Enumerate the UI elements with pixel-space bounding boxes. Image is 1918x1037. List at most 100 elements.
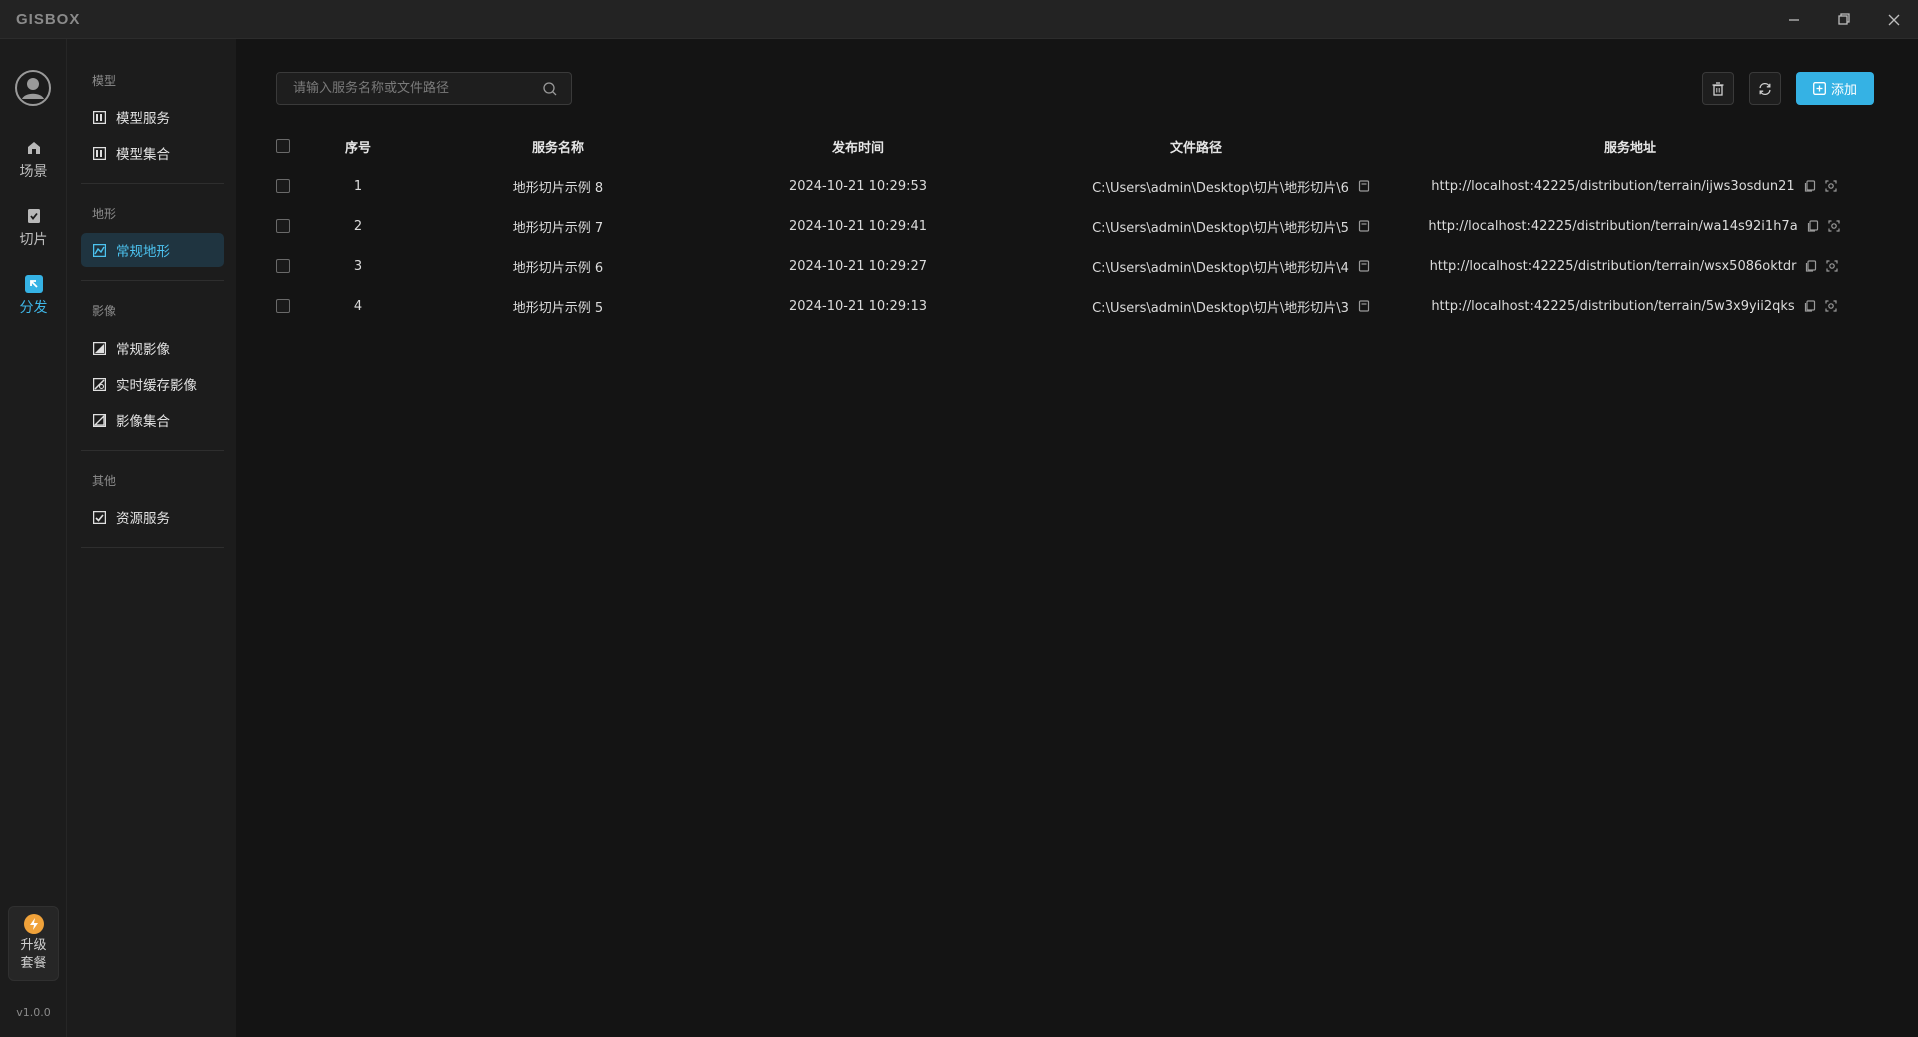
rail-item-distribute[interactable]: 分发 [0, 275, 67, 333]
copy-icon[interactable] [1807, 220, 1819, 232]
row-index: 2 [353, 218, 363, 234]
group-title-model: 模型 [92, 74, 117, 88]
search-icon[interactable] [543, 82, 557, 96]
row-path: C:\Users\admin\Desktop\切片\地形切片\4 [1092, 260, 1349, 276]
row-time: 2024-10-21 10:29:53 [788, 178, 928, 194]
copy-icon[interactable] [1804, 180, 1816, 192]
group-title-imagery: 影像 [92, 304, 117, 318]
row-time: 2024-10-21 10:29:13 [788, 298, 928, 314]
row-url-cell: http://localhost:42225/distribution/terr… [1431, 166, 1837, 206]
row-select-cell [276, 246, 290, 286]
row-name: 地形切片示例 7 [512, 220, 604, 236]
row-url-cell: http://localhost:42225/distribution/terr… [1428, 206, 1840, 246]
row-index: 4 [353, 298, 363, 314]
sidebar-item-label: 常规地形 [116, 244, 170, 260]
row-name: 地形切片示例 6 [512, 260, 604, 276]
row-checkbox[interactable] [276, 259, 290, 273]
upgrade-plan-button[interactable]: 升级 套餐 [8, 906, 59, 981]
sidebar-item-label: 模型集合 [116, 147, 170, 163]
rail-item-slice[interactable]: 切片 [0, 207, 67, 265]
service-table: 序号 服务名称 发布时间 文件路径 服务地址 1 地形切片示例 8 2024-1… [276, 126, 1876, 326]
restore-icon [1837, 13, 1850, 25]
row-name: 地形切片示例 5 [512, 300, 604, 316]
row-url: http://localhost:42225/distribution/terr… [1431, 298, 1795, 314]
divider [81, 547, 224, 548]
table-row[interactable]: 2 地形切片示例 7 2024-10-21 10:29:41 C:\Users\… [276, 206, 1876, 246]
copy-icon[interactable] [1804, 300, 1816, 312]
sidebar-item-label: 影像集合 [116, 414, 170, 430]
preview-icon[interactable] [1826, 260, 1839, 272]
model-service-icon [93, 110, 106, 124]
sidebar-item-model-service[interactable]: 模型服务 [81, 100, 224, 134]
sidebar-item-model-collection[interactable]: 模型集合 [81, 136, 224, 170]
row-checkbox[interactable] [276, 219, 290, 233]
select-all-cell [276, 126, 290, 166]
divider [81, 183, 224, 184]
sidebar-item-resource-service[interactable]: 资源服务 [81, 500, 224, 534]
table-row[interactable]: 1 地形切片示例 8 2024-10-21 10:29:53 C:\Users\… [276, 166, 1876, 206]
rail-item-scene[interactable]: 场景 [0, 139, 67, 197]
row-url: http://localhost:42225/distribution/terr… [1431, 178, 1795, 194]
row-url: http://localhost:42225/distribution/terr… [1428, 218, 1798, 234]
add-button-label: 添加 [1830, 83, 1857, 98]
sidebar-item-label: 实时缓存影像 [116, 378, 197, 394]
row-select-cell [276, 286, 290, 326]
app-version: v1.0.0 [16, 1006, 51, 1019]
row-index: 1 [353, 178, 363, 194]
rail-item-label: 切片 [19, 232, 48, 248]
imagery-icon [93, 341, 106, 355]
group-title-terrain: 地形 [92, 207, 117, 221]
row-name: 地形切片示例 8 [512, 180, 604, 196]
title-bar: GISBOX [0, 0, 1918, 39]
col-header-path[interactable]: 文件路径 [1116, 126, 1276, 166]
refresh-button[interactable] [1749, 72, 1781, 105]
sidebar-item-terrain[interactable]: 常规地形 [81, 233, 224, 267]
row-checkbox[interactable] [276, 299, 290, 313]
row-path: C:\Users\admin\Desktop\切片\地形切片\3 [1092, 300, 1349, 316]
primary-nav-rail: 场景 切片 分发 升级 套餐 v1.0.0 [0, 39, 67, 1037]
row-checkbox[interactable] [276, 179, 290, 193]
scene-icon [25, 139, 43, 157]
delete-button[interactable] [1702, 72, 1734, 105]
minimize-button[interactable] [1770, 0, 1818, 39]
col-header-url[interactable]: 服务地址 [1540, 126, 1720, 166]
open-folder-icon[interactable] [1358, 260, 1370, 272]
search-input[interactable] [277, 73, 537, 104]
open-folder-icon[interactable] [1358, 180, 1370, 192]
col-header-name[interactable]: 服务名称 [488, 126, 628, 166]
model-collection-icon [93, 146, 106, 160]
row-time: 2024-10-21 10:29:41 [788, 218, 928, 234]
restore-button[interactable] [1820, 0, 1868, 39]
rail-item-label: 分发 [19, 300, 48, 316]
divider [81, 450, 224, 451]
row-select-cell [276, 206, 290, 246]
preview-icon[interactable] [1825, 300, 1837, 312]
select-all-checkbox[interactable] [276, 139, 290, 153]
sidebar-item-label: 常规影像 [116, 342, 170, 358]
open-folder-icon[interactable] [1358, 300, 1370, 312]
sidebar-item-label: 模型服务 [116, 111, 170, 127]
row-url: http://localhost:42225/distribution/terr… [1429, 258, 1797, 274]
col-header-index[interactable]: 序号 [328, 126, 388, 166]
upgrade-label-line1: 升级 [20, 938, 47, 953]
rail-item-label: 场景 [19, 164, 48, 180]
col-header-time[interactable]: 发布时间 [778, 126, 938, 166]
close-button[interactable] [1870, 0, 1918, 39]
sidebar-item-realtime-cache-imagery[interactable]: 实时缓存影像 [81, 367, 224, 401]
row-path-cell: C:\Users\admin\Desktop\切片\地形切片\5 [1071, 206, 1391, 246]
minimize-icon [1789, 18, 1799, 21]
preview-icon[interactable] [1828, 220, 1840, 232]
preview-icon[interactable] [1825, 180, 1837, 192]
table-header-row: 序号 服务名称 发布时间 文件路径 服务地址 [276, 126, 1876, 166]
imagery-collection-icon [93, 413, 106, 427]
sidebar-item-imagery-collection[interactable]: 影像集合 [81, 403, 224, 437]
add-button[interactable]: 添加 [1796, 72, 1874, 105]
sidebar-item-imagery[interactable]: 常规影像 [81, 331, 224, 365]
table-row[interactable]: 3 地形切片示例 6 2024-10-21 10:29:27 C:\Users\… [276, 246, 1876, 286]
open-folder-icon[interactable] [1358, 220, 1370, 232]
user-avatar-icon[interactable] [14, 69, 52, 107]
copy-icon[interactable] [1805, 260, 1817, 272]
table-row[interactable]: 4 地形切片示例 5 2024-10-21 10:29:13 C:\Users\… [276, 286, 1876, 326]
search-box [276, 72, 572, 105]
distribute-icon [24, 275, 43, 293]
